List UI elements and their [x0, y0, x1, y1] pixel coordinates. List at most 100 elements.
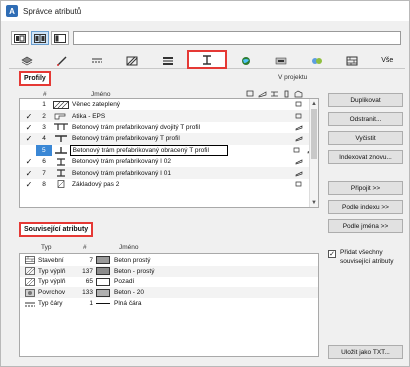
- title-bar: A Správce atributů: [1, 1, 409, 21]
- beam-use-icon: [271, 91, 278, 97]
- add-all-related-checkbox[interactable]: ✓: [328, 250, 336, 258]
- save-as-txt-button[interactable]: Uložit jako TXT...: [328, 345, 403, 359]
- profile-thumbnail-icon: [52, 100, 70, 109]
- delete-button[interactable]: Odstranit...: [328, 112, 403, 126]
- beam-use-icon: [292, 135, 306, 142]
- tab-lines[interactable]: [80, 53, 115, 68]
- list-item[interactable]: ✓ 2 Atika - EPS: [20, 110, 318, 122]
- tab-zones[interactable]: [229, 53, 264, 68]
- object-use-icon: [294, 90, 303, 98]
- attribute-manager-window: A Správce atributů Vše Profily # Jméno V…: [0, 0, 410, 367]
- col-header-related-number: #: [83, 244, 87, 251]
- list-item[interactable]: Typ čáry 1 Plná čára: [20, 298, 318, 309]
- scroll-thumb[interactable]: [311, 109, 317, 159]
- attribute-type-tabs: Vše: [9, 50, 405, 69]
- split-view-button[interactable]: [31, 31, 49, 45]
- tab-composites[interactable]: [150, 53, 185, 68]
- profile-icon: [202, 54, 211, 65]
- col-header-number: #: [43, 91, 47, 98]
- tab-all[interactable]: Vše: [370, 53, 405, 68]
- layer-icon: [21, 56, 33, 65]
- profile-thumbnail-icon: [52, 112, 70, 121]
- operation-icon: [311, 57, 322, 64]
- profile-thumbnail-icon: [52, 146, 70, 155]
- related-attributes-label: Související atributy: [19, 222, 94, 237]
- beam-use-icon: [292, 158, 306, 165]
- color-swatch: [96, 277, 110, 286]
- list-item[interactable]: ✓ 7 Betonový trám prefabrikovaný I 01: [20, 167, 318, 179]
- list-item[interactable]: ✓ 6 Betonový trám prefabrikovaný I 02: [20, 156, 318, 167]
- color-swatch: [96, 256, 110, 265]
- col-header-related-name: Jméno: [119, 244, 139, 251]
- fill-icon: [24, 278, 36, 286]
- profile-thumbnail-icon: [52, 157, 70, 166]
- file-view-button[interactable]: [51, 31, 69, 45]
- profile-thumbnail-icon: [52, 169, 70, 178]
- line-icon: [24, 300, 36, 308]
- fill-icon: [24, 267, 36, 276]
- flag-icon: [290, 147, 304, 154]
- col-header-in-project: V projektu: [278, 74, 308, 81]
- add-all-related-label: Přidat všechny související atributy: [340, 249, 394, 265]
- line-icon: [92, 58, 103, 62]
- tab-fills[interactable]: [115, 53, 150, 68]
- list-item-selected[interactable]: 5 Betonový trám prefabrikovaný obracený …: [20, 144, 318, 156]
- column-use-icon: [284, 90, 289, 98]
- scroll-up-icon[interactable]: ▲: [310, 99, 318, 108]
- color-swatch: [96, 267, 110, 276]
- by-name-button[interactable]: Podle jména >>: [328, 219, 403, 233]
- fill-icon: [126, 56, 138, 65]
- window-title: Správce atributů: [23, 6, 82, 16]
- line-swatch: [96, 303, 110, 305]
- wall-use-icon: [258, 91, 267, 98]
- flag-icon: [292, 101, 306, 108]
- tab-operations[interactable]: [299, 53, 334, 68]
- list-item[interactable]: ✓ 3 Betonový trám prefabrikovaný dvojitý…: [20, 122, 318, 133]
- surface-icon: [24, 288, 36, 297]
- reindex-button[interactable]: Indexovat znovu...: [328, 150, 403, 164]
- list-item[interactable]: ✓ 4 Betonový trám prefabrikovaný T profi…: [20, 133, 318, 145]
- flag-icon: [292, 181, 306, 188]
- building-material-icon: [346, 56, 358, 65]
- color-swatch: [96, 288, 110, 297]
- flag-icon: [292, 113, 306, 120]
- single-list-view-button[interactable]: [11, 31, 29, 45]
- building-material-icon: [24, 256, 36, 265]
- profiles-list[interactable]: 1 Věnec zateplený ✓ 2 Atika - EPS ✓ 3 Be…: [19, 98, 319, 208]
- profile-thumbnail-icon: [52, 180, 70, 189]
- column-icon-row: [246, 90, 303, 98]
- mep-icon: [276, 57, 287, 64]
- clear-button[interactable]: Vyčistit: [328, 131, 403, 145]
- list-item[interactable]: 1 Věnec zateplený: [20, 99, 318, 110]
- beam-use-icon: [292, 170, 306, 177]
- beam-use-icon: [292, 124, 306, 131]
- tab-mep[interactable]: [264, 53, 299, 68]
- composite-icon: [162, 56, 173, 65]
- view-toggle-group: [11, 31, 69, 45]
- list-item[interactable]: Povrchov 133 Beton - 20: [20, 287, 318, 299]
- flag-icon: [246, 90, 254, 97]
- col-header-type: Typ: [41, 244, 52, 251]
- profile-thumbnail-icon: [52, 123, 70, 132]
- duplicate-button[interactable]: Duplikovat: [328, 93, 403, 107]
- scroll-down-icon[interactable]: ▼: [310, 198, 318, 207]
- profiles-section-label: Profily: [19, 71, 51, 86]
- related-attributes-list[interactable]: Stavební 7 Beton prostý Typ výplň 137 Be…: [19, 253, 319, 357]
- list-item[interactable]: Typ výplň 65 Pozadí: [20, 277, 318, 288]
- list-item[interactable]: Stavební 7 Beton prostý: [20, 255, 318, 266]
- search-input[interactable]: [73, 31, 401, 45]
- by-index-button[interactable]: Podle indexu >>: [328, 200, 403, 214]
- pen-icon: [56, 56, 67, 66]
- profile-thumbnail-icon: [52, 134, 70, 143]
- zone-icon: [242, 56, 251, 65]
- app-icon: A: [6, 5, 18, 17]
- tab-layers[interactable]: [9, 53, 44, 68]
- tab-building-materials[interactable]: [334, 53, 369, 68]
- list-item[interactable]: ✓ 8 Základový pas 2: [20, 179, 318, 190]
- list-item[interactable]: Typ výplň 137 Beton - prostý: [20, 265, 318, 277]
- append-button[interactable]: Připojit >>: [328, 181, 403, 195]
- tab-profiles[interactable]: [187, 50, 227, 69]
- profiles-scrollbar[interactable]: ▲ ▼: [309, 99, 318, 207]
- col-header-name: Jméno: [91, 91, 111, 98]
- tab-pens[interactable]: [44, 53, 79, 68]
